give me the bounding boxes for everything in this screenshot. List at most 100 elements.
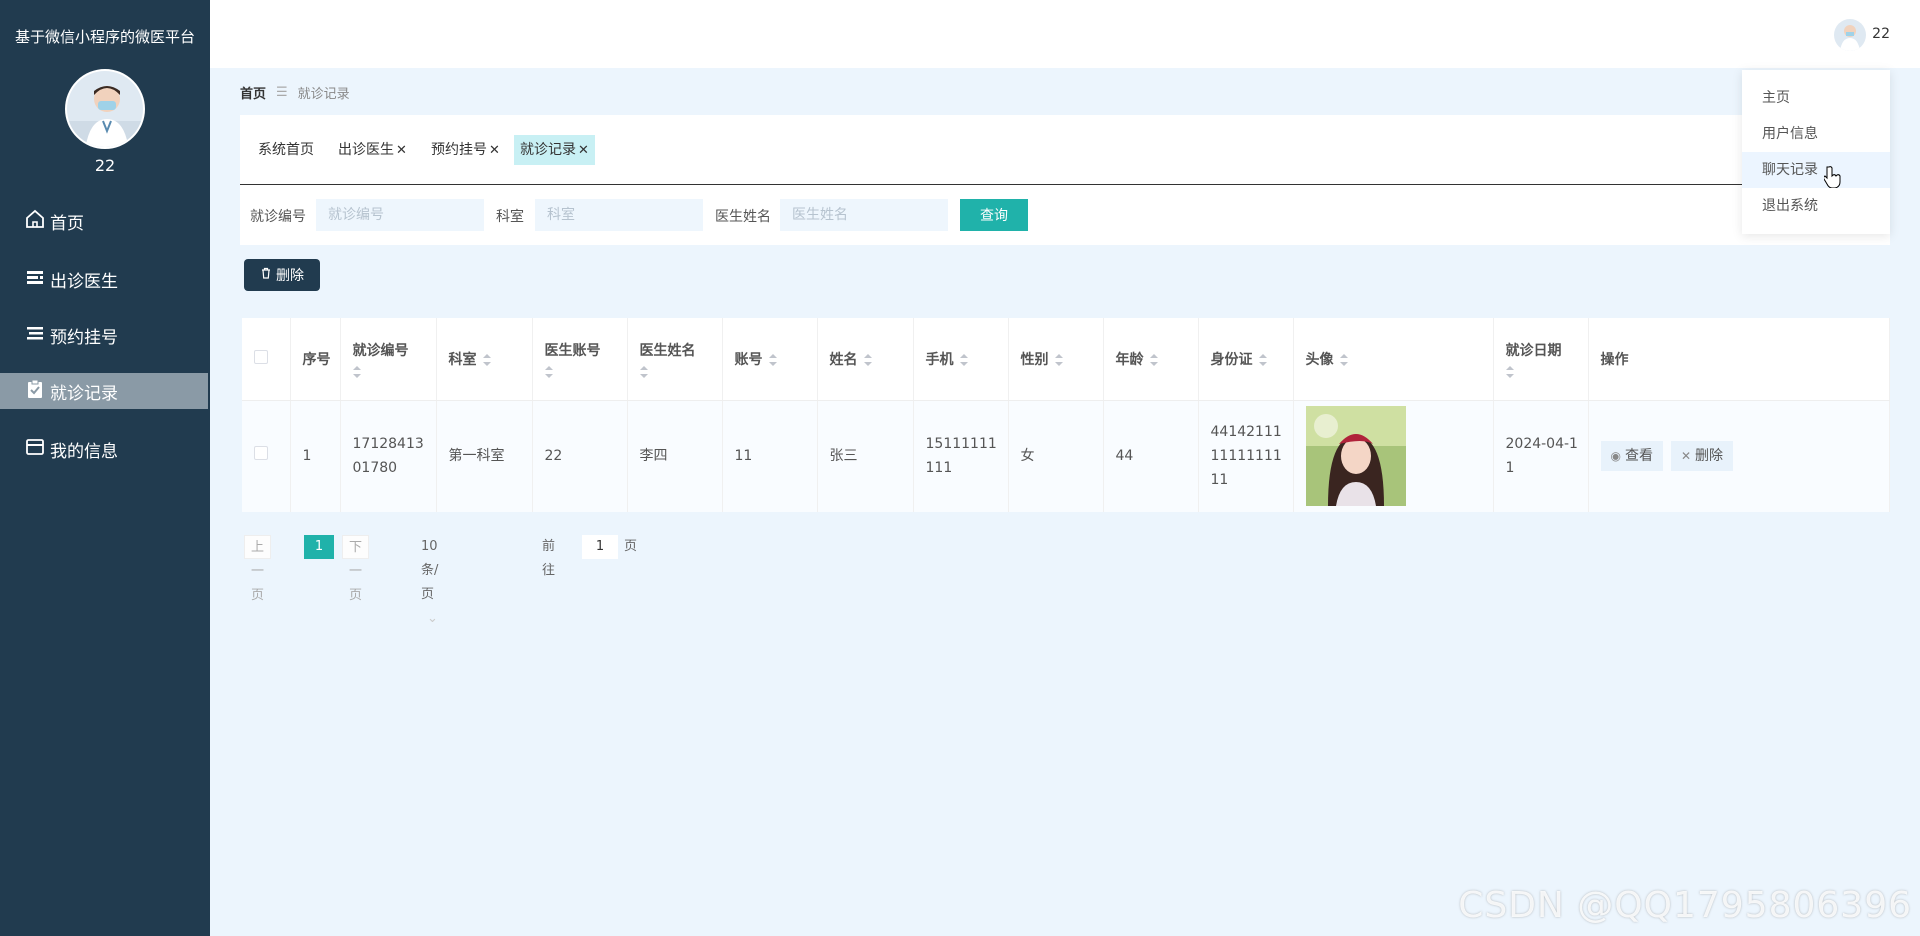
cell-doctor-account: 22 xyxy=(532,400,628,512)
header-photo[interactable]: 头像 xyxy=(1293,318,1494,401)
header-id-card[interactable]: 身份证 xyxy=(1198,318,1294,401)
sidebar-item-home[interactable]: 首页 xyxy=(0,203,210,239)
header-dept[interactable]: 科室 xyxy=(436,318,533,401)
sort-icon[interactable] xyxy=(1505,365,1514,378)
cell-index: 1 xyxy=(290,400,341,512)
header-label: 账号 xyxy=(734,351,763,368)
goto-page-input[interactable]: 1 xyxy=(582,535,618,559)
tab-system-home[interactable]: 系统首页 xyxy=(252,135,320,165)
header-username[interactable]: 22 xyxy=(1872,26,1890,42)
sidebar-item-appointment[interactable]: 预约挂号 xyxy=(0,317,210,353)
home-icon xyxy=(24,208,50,235)
sort-icon[interactable] xyxy=(959,353,968,366)
page-size-select[interactable]: 10条/页 ⌄ xyxy=(421,535,438,626)
tab-doctors[interactable]: 出诊医生 ✕ xyxy=(332,135,413,165)
sidebar-item-records[interactable]: 就诊记录 xyxy=(0,373,208,409)
tab-label: 就诊记录 xyxy=(520,142,576,158)
sort-icon[interactable] xyxy=(482,353,491,366)
app-title: 基于微信小程序的微医平台 xyxy=(14,28,195,46)
header-label: 姓名 xyxy=(829,351,858,368)
cell-dept: 第一科室 xyxy=(436,400,533,512)
delete-label: 删除 xyxy=(276,268,304,284)
dropdown-item-user-info[interactable]: 用户信息 xyxy=(1742,116,1890,152)
header-label: 身份证 xyxy=(1210,351,1253,368)
sort-icon[interactable] xyxy=(768,353,777,366)
page-size-value: 10条/页 xyxy=(421,539,439,602)
sort-icon[interactable] xyxy=(863,353,872,366)
header-name[interactable]: 姓名 xyxy=(817,318,914,401)
select-all-checkbox[interactable] xyxy=(254,349,268,364)
header-label: 医生姓名 xyxy=(639,342,696,359)
tab-records[interactable]: 就诊记录 ✕ xyxy=(514,135,595,165)
records-table: 序号 就诊编号 科室 医生账号 医生姓名 账号 姓名 手机 性别 年龄 身份证 … xyxy=(242,318,1890,512)
query-button[interactable]: 查询 xyxy=(960,199,1028,231)
sort-icon[interactable] xyxy=(352,365,361,378)
sort-icon[interactable] xyxy=(1258,353,1267,366)
sidebar: 基于微信小程序的微医平台 22 首页 出诊医生 预约挂号 就诊记录 我的信息 xyxy=(0,0,210,936)
sort-icon[interactable] xyxy=(639,365,648,378)
user-dropdown-menu: 主页 用户信息 聊天记录 退出系统 xyxy=(1742,70,1890,234)
sidebar-item-label: 预约挂号 xyxy=(50,327,118,348)
header-doctor-account[interactable]: 医生账号 xyxy=(532,318,628,401)
dept-input[interactable] xyxy=(535,199,703,231)
cell-name: 张三 xyxy=(817,400,914,512)
cell-age: 44 xyxy=(1103,400,1199,512)
dropdown-item-chat-records[interactable]: 聊天记录 xyxy=(1742,152,1890,188)
prev-page-button[interactable]: 上一页 xyxy=(244,535,272,603)
close-icon[interactable]: ✕ xyxy=(489,143,500,158)
list-icon xyxy=(24,266,50,293)
patient-photo[interactable] xyxy=(1305,406,1406,507)
doctor-name-label: 医生姓名 xyxy=(715,209,771,225)
cell-account: 11 xyxy=(722,400,818,512)
card-icon xyxy=(24,436,50,463)
header-checkbox-cell xyxy=(242,318,291,401)
header-age[interactable]: 年龄 xyxy=(1103,318,1199,401)
breadcrumb: 首页 ☰ 就诊记录 xyxy=(240,83,350,102)
doctor-name-input[interactable] xyxy=(780,199,948,231)
goto-suffix: 页 xyxy=(624,539,638,554)
sort-icon[interactable] xyxy=(1054,353,1063,366)
sidebar-item-doctors[interactable]: 出诊医生 xyxy=(0,261,210,297)
close-icon[interactable]: ✕ xyxy=(578,143,589,158)
sort-icon[interactable] xyxy=(1339,353,1348,366)
dropdown-item-home[interactable]: 主页 xyxy=(1742,80,1890,116)
eye-icon: ◉ xyxy=(1610,449,1621,464)
sort-icon[interactable] xyxy=(544,365,553,378)
header-phone[interactable]: 手机 xyxy=(913,318,1009,401)
row-checkbox[interactable] xyxy=(254,446,268,461)
visit-no-input[interactable] xyxy=(316,199,484,231)
table-header-row: 序号 就诊编号 科室 医生账号 医生姓名 账号 姓名 手机 性别 年龄 身份证 … xyxy=(242,318,1890,401)
sidebar-item-my-info[interactable]: 我的信息 xyxy=(0,431,210,467)
avatar[interactable] xyxy=(65,69,145,149)
header-doctor-name[interactable]: 医生姓名 xyxy=(627,318,723,401)
cell-actions: ◉ 查看 ✕ 删除 xyxy=(1588,400,1890,512)
close-icon[interactable]: ✕ xyxy=(396,143,407,158)
sidebar-item-label: 首页 xyxy=(50,213,84,234)
header-avatar[interactable] xyxy=(1834,19,1866,51)
header-visit-date[interactable]: 就诊日期 xyxy=(1493,318,1589,401)
header-gender[interactable]: 性别 xyxy=(1008,318,1104,401)
breadcrumb-home[interactable]: 首页 xyxy=(240,83,266,102)
tab-label: 预约挂号 xyxy=(431,142,487,158)
row-delete-button[interactable]: ✕ 删除 xyxy=(1670,441,1734,472)
view-button[interactable]: ◉ 查看 xyxy=(1600,441,1663,472)
dropdown-item-logout[interactable]: 退出系统 xyxy=(1742,188,1890,224)
tab-appointment[interactable]: 预约挂号 ✕ xyxy=(425,135,506,165)
trash-icon xyxy=(260,267,276,283)
page-number[interactable]: 1 xyxy=(304,535,334,559)
header-visit-no[interactable]: 就诊编号 xyxy=(340,318,437,401)
header-account[interactable]: 账号 xyxy=(722,318,818,401)
hand-cursor-icon xyxy=(1823,166,1842,192)
goto-prefix: 前往 xyxy=(542,539,556,578)
sort-icon[interactable] xyxy=(1149,353,1158,366)
sidebar-item-label: 出诊医生 xyxy=(50,271,118,292)
header-label: 操作 xyxy=(1600,351,1629,368)
cell-photo xyxy=(1293,400,1494,512)
header-index: 序号 xyxy=(290,318,341,401)
header-label: 科室 xyxy=(448,351,477,368)
next-page-button[interactable]: 下一页 xyxy=(342,535,370,603)
breadcrumb-separator-icon: ☰ xyxy=(276,85,288,100)
close-icon: ✕ xyxy=(1680,449,1692,464)
header-label: 年龄 xyxy=(1115,351,1144,368)
batch-delete-button[interactable]: 删除 xyxy=(244,259,320,291)
